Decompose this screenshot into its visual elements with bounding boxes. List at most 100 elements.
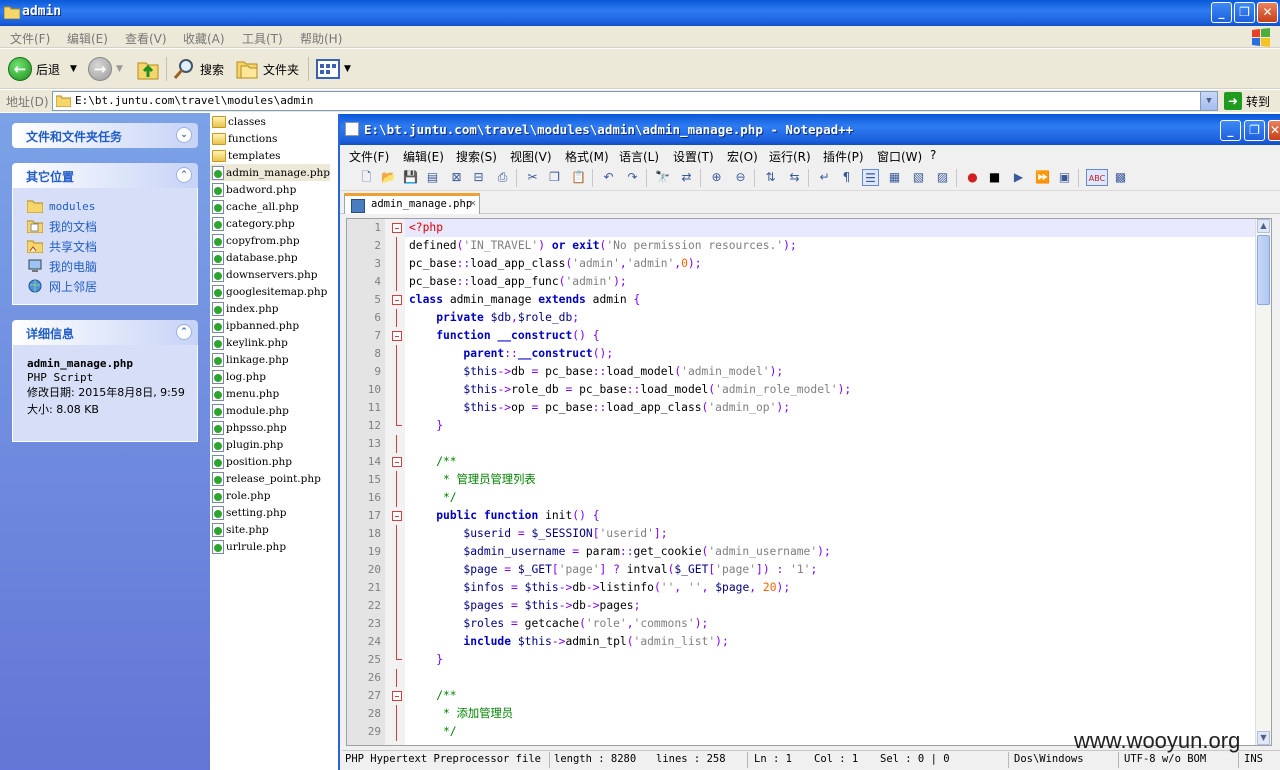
file-tasks-header[interactable]: 文件和文件夹任务 ⌄ [12,123,198,148]
fold-toggle-icon[interactable] [392,295,402,305]
place-shared-documents[interactable]: 共享文档 [27,236,189,256]
npp-menu-plugins[interactable]: 插件(P) [823,148,864,165]
file-item[interactable]: position.php [210,453,292,470]
menu-edit[interactable]: 编辑(E) [67,30,108,47]
file-item[interactable]: category.php [210,215,295,232]
code-line[interactable]: 23 $roles = getcache('role','commons'); [368,615,1269,633]
scroll-down-icon[interactable]: ▼ [1257,731,1270,745]
sync-vertical-icon[interactable]: ⇅ [762,169,779,186]
file-item[interactable]: log.php [210,368,266,385]
views-dropdown-icon[interactable]: ▼ [344,64,351,74]
save-macro-icon[interactable]: ▣ [1056,169,1073,186]
code-area[interactable]: 1 <?php 2 defined('IN_TRAVEL') or exit('No … [368,219,1269,745]
code-line[interactable]: 26 [368,669,1269,687]
npp-menu-macro[interactable]: 宏(O) [727,148,758,165]
expand-chevron-icon[interactable]: ⌄ [176,127,192,143]
redo-icon[interactable]: ↷ [624,169,641,186]
scroll-thumb[interactable] [1257,235,1270,305]
vertical-scrollbar[interactable]: ▲ ▼ [1255,219,1271,745]
file-item[interactable]: cache_all.php [210,198,299,215]
code-line[interactable]: 17 public function init() { [368,507,1269,525]
scroll-up-icon[interactable]: ▲ [1257,219,1270,233]
play-macro-multiple-icon[interactable]: ⏩ [1034,169,1051,186]
code-line[interactable]: 1 <?php [374,219,1269,237]
maximize-button[interactable]: ❐ [1244,120,1265,141]
maximize-button[interactable]: ❐ [1234,2,1255,23]
close-file-icon[interactable]: ⊠ [448,169,465,186]
minimize-button[interactable]: _ [1211,2,1232,23]
menu-favorites[interactable]: 收藏(A) [183,30,225,47]
code-line[interactable]: 6 private $db,$role_db; [374,309,1269,327]
code-line[interactable]: 12 } [368,417,1269,435]
file-item[interactable]: phpsso.php [210,419,287,436]
collapse-chevron-icon[interactable]: ⌃ [176,324,192,340]
fold-toggle-icon[interactable] [392,331,402,341]
save-all-icon[interactable]: ▤ [424,169,441,186]
code-line[interactable]: 18 $userid = $_SESSION['userid']; [368,525,1269,543]
code-line[interactable]: 10 $this->role_db = pc_base::load_model(… [368,381,1269,399]
menu-file[interactable]: 文件(F) [10,30,50,47]
spell-check-icon[interactable]: ABC [1086,169,1108,186]
zoom-in-icon[interactable]: ⊕ [708,169,725,186]
word-wrap-icon[interactable]: ↵ [816,169,833,186]
doc-map-icon[interactable]: ▦ [886,169,903,186]
code-line[interactable]: 28 * 添加管理员 [368,705,1269,723]
close-button[interactable]: ✕ [1257,2,1278,23]
save-icon[interactable]: 💾 [402,169,419,186]
tab-admin-manage[interactable]: admin_manage.php ✕ [344,193,480,214]
npp-menu-help[interactable]: ? [930,148,936,162]
file-item[interactable]: menu.php [210,385,279,402]
back-button[interactable]: ← 后退 ▼ [8,55,77,83]
code-line[interactable]: 25 } [368,651,1269,669]
file-item[interactable]: admin_manage.php [210,164,331,181]
print-icon[interactable]: ⎙ [494,169,511,186]
file-item[interactable]: role.php [210,487,270,504]
npp-menu-format[interactable]: 格式(M) [565,148,609,165]
function-list-icon[interactable]: ▧ [910,169,927,186]
details-header[interactable]: 详细信息 ⌃ [12,320,198,345]
code-line[interactable]: 9 $this->db = pc_base::load_model('admin… [374,363,1269,381]
code-line[interactable]: 3 pc_base::load_app_class('admin','admin'… [374,255,1269,273]
other-places-header[interactable]: 其它位置 ⌃ [12,163,198,188]
npp-menu-search[interactable]: 搜索(S) [456,148,497,165]
views-button[interactable]: ▼ [316,55,351,83]
show-all-chars-icon[interactable]: ¶ [838,169,855,186]
close-all-icon[interactable]: ⊟ [470,169,487,186]
address-dropdown-icon[interactable]: ▼ [1200,92,1217,110]
file-item[interactable]: site.php [210,521,269,538]
folders-button[interactable]: 文件夹 [235,55,299,83]
code-line[interactable]: 15 * 管理员管理列表 [368,471,1269,489]
close-button[interactable]: ✕ [1268,120,1280,141]
find-icon[interactable]: 🔭 [654,169,671,186]
menu-help[interactable]: 帮助(H) [300,30,342,47]
fold-toggle-icon[interactable] [392,457,402,467]
replace-icon[interactable]: ⇄ [678,169,695,186]
place-my-computer[interactable]: 我的电脑 [27,256,189,276]
npp-menu-edit[interactable]: 编辑(E) [403,148,444,165]
code-line[interactable]: 4 pc_base::load_app_func('admin'); [374,273,1269,291]
menu-tools[interactable]: 工具(T) [242,30,283,47]
auto-spell-icon[interactable]: ▩ [1112,169,1129,186]
cut-icon[interactable]: ✂ [524,169,541,186]
code-line[interactable]: 16 */ [368,489,1269,507]
place-network[interactable]: 网上邻居 [27,276,189,296]
menu-view[interactable]: 查看(V) [125,30,167,47]
code-line[interactable]: 27 /** [368,687,1269,705]
file-item[interactable]: database.php [210,249,298,266]
zoom-out-icon[interactable]: ⊖ [732,169,749,186]
file-item[interactable]: googlesitemap.php [210,283,327,300]
file-item[interactable]: badword.php [210,181,296,198]
record-macro-icon[interactable]: ● [964,169,981,186]
file-item[interactable]: copyfrom.php [210,232,300,249]
address-input[interactable]: E:\bt.juntu.com\travel\modules\admin ▼ [52,91,1218,111]
code-editor[interactable]: 1 <?php 2 defined('IN_TRAVEL') or exit('No … [346,218,1272,746]
go-button[interactable]: ➜ 转到 [1224,91,1270,111]
undo-icon[interactable]: ↶ [600,169,617,186]
code-line[interactable]: 5 class admin_manage extends admin { [374,291,1269,309]
back-dropdown-icon[interactable]: ▼ [70,64,77,74]
search-button[interactable]: 搜索 [172,55,224,83]
code-line[interactable]: 7 function __construct() { [374,327,1269,345]
forward-button[interactable]: → ▼ [88,55,123,83]
file-item[interactable]: keylink.php [210,334,288,351]
forward-dropdown-icon[interactable]: ▼ [116,64,123,74]
